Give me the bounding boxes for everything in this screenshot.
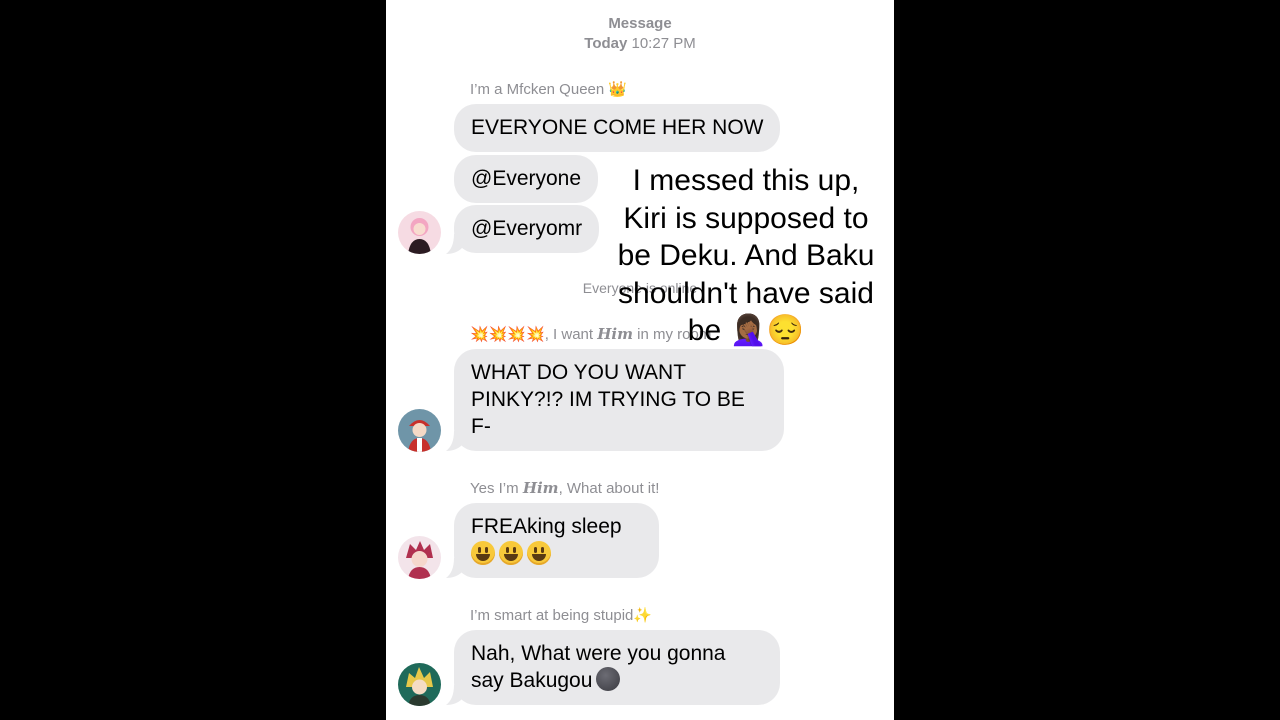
overlay-caption: I messed this up, Kiri is supposed to be… [598,162,894,350]
caption-line: Kiri is supposed to [623,201,869,235]
message-bubble[interactable]: EVERYONE COME HER NOW [454,104,781,152]
bubble-tail [446,234,462,254]
sender-name: Yes I’m Him, What about it! [470,479,659,497]
bubble-line: FREAking sleep [471,515,622,538]
pink-haired-avatar[interactable] [398,211,441,254]
message-bubble[interactable]: FREAking sleep [454,503,659,578]
bubble-line-with-emoji: say Bakugou [471,667,763,694]
sender-name-him: Him [522,479,559,497]
bubble-line: Nah, What were you gonna [471,642,726,665]
bubble-line: PINKY?!? IM TRYING TO BE [471,388,745,411]
bubble-tail [446,431,462,451]
bubble-tail [446,685,462,705]
caption-line: be 🤦🏾‍♀️😔 [687,314,805,347]
sender-name-suffix: , What about it! [558,480,660,497]
sender-name: I’m smart at being stupid✨ [470,607,653,624]
red-haired-avatar[interactable] [398,536,441,579]
blonde-avatar[interactable] [398,663,441,706]
grin-icon [499,541,523,565]
red-cap-avatar[interactable] [398,409,441,452]
sender-name-prefix: 💥💥💥💥, I want [470,326,598,343]
caption-line: be Deku. And Baku [617,239,875,272]
messages-screen: Message Today 10:27 PM I’m a Mfcken Quee… [386,0,894,720]
timestamp-day: Today [584,35,628,52]
smiley-icon [527,541,551,565]
caption-line: shouldn't have said [618,276,874,310]
bubble-line: F- [471,415,491,438]
message-bubble[interactable]: @Everyomr [454,205,600,253]
app-title: Message [608,15,672,32]
sender-name-prefix: Yes I’m [470,480,523,497]
sender-name: I’m a Mfcken Queen 👑 [470,81,628,98]
bubble-tail [446,558,462,578]
message-bubble[interactable]: Nah, What were you gonna say Bakugou [454,630,780,705]
caption-line: I messed this up, [632,164,860,197]
bubble-line: say Bakugou [471,669,593,692]
smiley-icon [471,541,495,565]
timestamp-time: 10:27 PM [631,35,696,52]
bubble-line: WHAT DO YOU WANT [471,361,687,384]
message-bubble[interactable]: @Everyone [454,155,599,203]
timestamp: Today 10:27 PM [386,35,894,52]
emoji-row [471,541,642,568]
message-bubble[interactable]: WHAT DO YOU WANT PINKY?!? IM TRYING TO B… [454,349,784,451]
new-moon-icon [596,667,621,691]
